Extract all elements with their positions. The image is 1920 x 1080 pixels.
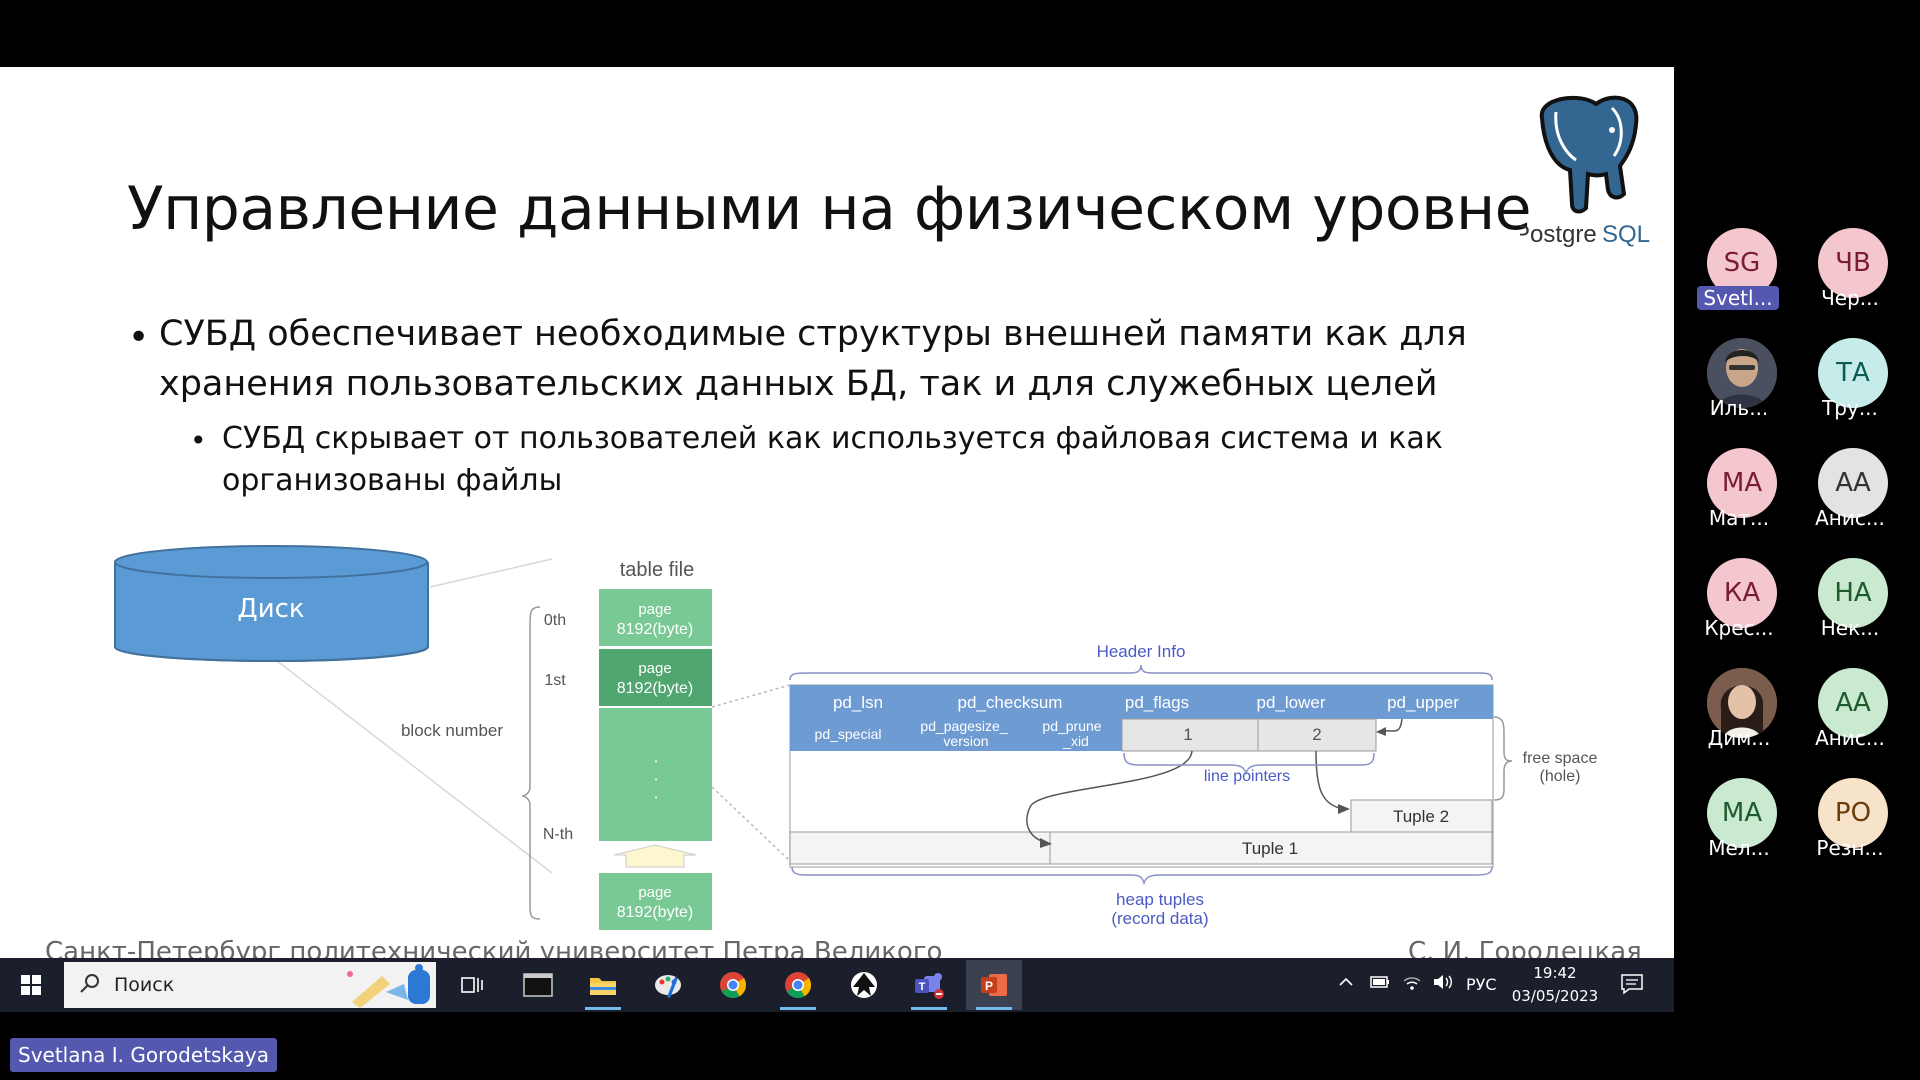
powerpoint-icon[interactable]: P [966, 960, 1022, 1010]
file-explorer-icon[interactable] [575, 960, 631, 1010]
notifications-icon[interactable] [1620, 973, 1644, 999]
svg-text:8192(byte): 8192(byte) [617, 904, 694, 921]
participant-tile[interactable]: МА Мат... [1691, 448, 1791, 538]
chrome-second-profile-icon[interactable] [770, 960, 826, 1010]
participant-tile[interactable]: ТА Тру... [1802, 338, 1902, 428]
presenter-name-label: Svetlana I. Gorodetskaya [10, 1038, 277, 1072]
free-space-sub: (hole) [1540, 768, 1581, 785]
tuple-1: Tuple 1 [1242, 839, 1298, 858]
participant-name: Тру... [1822, 396, 1878, 420]
line-pointers-label: line pointers [1204, 768, 1290, 785]
participant-tile[interactable]: РО Резн... [1802, 778, 1902, 868]
page-detail: pd_lsn pd_checksum pd_flags pd_lower pd_… [789, 684, 1494, 868]
participant-tile[interactable]: НА Нек... [1802, 558, 1902, 648]
participant-name: Резн... [1816, 836, 1884, 860]
terminal-icon[interactable] [510, 960, 566, 1010]
field-pd-checksum: pd_checksum [958, 693, 1063, 712]
page-block-nth: page 8192(byte) [599, 873, 712, 930]
field-pd-pagesize: pd_pagesize_ [920, 718, 1007, 734]
show-hidden-icons-chevron-icon[interactable] [1338, 972, 1354, 996]
field-pd-prune: pd_prune [1042, 718, 1101, 734]
heap-tuples-label: heap tuples [1116, 890, 1204, 909]
svg-text:·: · [653, 788, 658, 807]
windows-taskbar: Поиск T P РУС 19:42 03/05/2023 [0, 958, 1674, 1012]
participant-name: Иль... [1709, 396, 1769, 420]
field-pd-flags: pd_flags [1125, 693, 1189, 712]
search-placeholder: Поиск [114, 974, 175, 996]
taskbar-clock-time[interactable]: 19:42 [1500, 964, 1610, 982]
field-pd-upper: pd_upper [1387, 693, 1459, 712]
participant-tile[interactable]: АА Анис... [1802, 448, 1902, 538]
field-version: version [943, 733, 988, 749]
participant-name: Дим... [1707, 726, 1771, 750]
field-pd-special: pd_special [815, 726, 882, 742]
field-pd-lsn: pd_lsn [833, 693, 883, 712]
taskbar-clock-date[interactable]: 03/05/2023 [1500, 987, 1610, 1005]
svg-text:·: · [653, 752, 658, 771]
heap-tuples-sub: (record data) [1111, 909, 1208, 928]
line-pointer-2: 2 [1312, 725, 1321, 744]
table-file-label: table file [620, 559, 695, 581]
svg-text:·: · [653, 770, 658, 789]
wifi-icon[interactable] [1401, 972, 1423, 996]
field-pd-lower: pd_lower [1257, 693, 1326, 712]
field-xid: _xid [1062, 733, 1089, 749]
svg-text:page: page [638, 660, 671, 677]
volume-icon[interactable] [1432, 972, 1454, 996]
svg-text:T: T [919, 981, 926, 993]
svg-text:page: page [638, 601, 671, 618]
participant-name: Мат... [1708, 506, 1770, 530]
battery-icon[interactable] [1369, 972, 1391, 996]
block-number-label: block number [401, 721, 503, 740]
chrome-icon[interactable] [705, 960, 761, 1010]
participant-tile[interactable]: Дим... [1691, 668, 1791, 758]
participant-tile[interactable]: КА Крес... [1691, 558, 1791, 648]
page-block-0th: page 8192(byte) [599, 589, 712, 646]
svg-text:8192(byte): 8192(byte) [617, 680, 694, 697]
participant-name: Анис... [1815, 726, 1885, 750]
block-label-nth: N-th [543, 826, 573, 843]
participant-tile[interactable]: ЧВ Чер... [1802, 228, 1902, 318]
participant-name: Чер... [1821, 286, 1879, 310]
participant-tile[interactable]: SG Svetl... [1691, 228, 1791, 318]
participant-name: Нек... [1820, 616, 1880, 640]
header-info-label: Header Info [1097, 642, 1186, 661]
participant-tile[interactable]: АА Анис... [1802, 668, 1902, 758]
block-label-0th: 0th [544, 612, 566, 629]
presentation-slide: Управление данными на физическом уровне … [0, 67, 1674, 1012]
search-icon [78, 972, 102, 1000]
input-language-indicator[interactable]: РУС [1466, 975, 1497, 994]
block-label-1st: 1st [544, 672, 566, 689]
up-arrow-icon [613, 844, 697, 868]
participant-name: Анис... [1815, 506, 1885, 530]
tuple-2: Tuple 2 [1393, 807, 1449, 826]
task-view-icon[interactable] [444, 960, 500, 1010]
taskbar-search-box[interactable]: Поиск [64, 962, 436, 1008]
participant-name: Svetl... [1697, 286, 1779, 310]
page-layout-diagram: Диск table file block number 0th 1st N-t… [114, 545, 1598, 930]
svg-text:P: P [985, 979, 993, 993]
inkscape-icon[interactable] [836, 960, 892, 1010]
page-block-1st: page 8192(byte) [599, 649, 712, 706]
line-pointer-1: 1 [1183, 725, 1192, 744]
svg-text:page: page [638, 884, 671, 901]
participant-name: Крес... [1704, 616, 1774, 640]
disk-label: Диск [237, 594, 304, 624]
participant-tile[interactable]: Иль... [1691, 338, 1791, 428]
paint-icon[interactable] [640, 960, 696, 1010]
windows-start-icon[interactable] [12, 968, 50, 1002]
disk-cylinder: Диск [114, 545, 429, 663]
teams-icon[interactable]: T [901, 960, 957, 1010]
free-space-label: free space [1523, 750, 1598, 767]
search-highlight-illustration-icon [347, 964, 430, 1008]
participant-tile[interactable]: МА Мел... [1691, 778, 1791, 868]
participant-name: Мел... [1708, 836, 1770, 860]
svg-text:8192(byte): 8192(byte) [617, 621, 694, 638]
